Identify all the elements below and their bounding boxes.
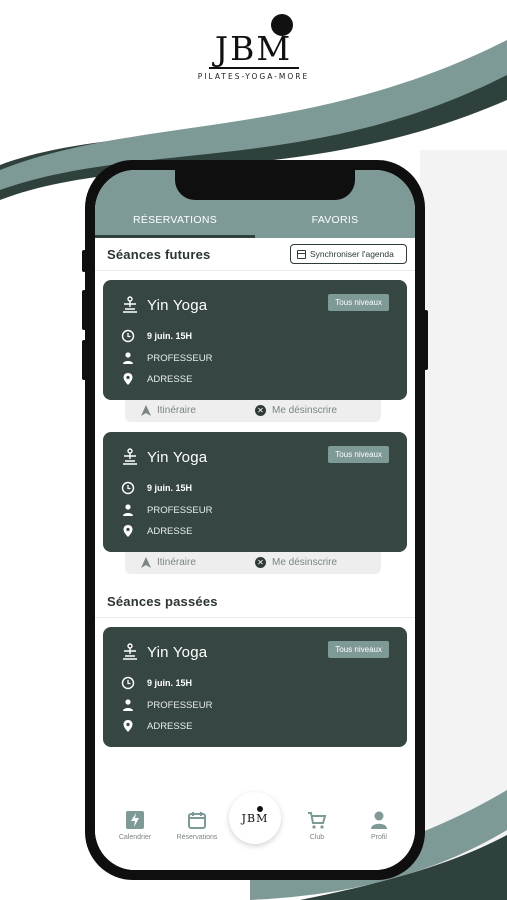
itinerary-button[interactable]: Itinéraire — [141, 405, 196, 416]
nav-item-reservations[interactable]: Réservations — [167, 810, 227, 841]
session-address: ADRESSE — [147, 373, 193, 385]
session-card[interactable]: Yin Yoga Tous niveaux 9 juin. 15H PROFES… — [103, 432, 407, 552]
phone-side-button — [82, 340, 86, 380]
divider — [95, 617, 415, 618]
close-circle-icon: ✕ — [255, 557, 266, 568]
clock-icon — [121, 329, 135, 343]
calendar-icon — [188, 812, 206, 829]
session-date: 9 juin. 15H — [147, 483, 193, 493]
session-card[interactable]: Yin Yoga Tous niveaux 9 juin. 15H PROFES… — [103, 627, 407, 747]
unsubscribe-label: Me désinscrire — [272, 557, 338, 568]
level-badge: Tous niveaux — [328, 641, 389, 658]
brand-logo: JBM PILATES-YOGA-MORE — [0, 14, 507, 81]
navigation-arrow-icon — [141, 405, 151, 416]
itinerary-button[interactable]: Itinéraire — [141, 557, 196, 568]
yoga-icon — [123, 448, 137, 465]
nav-label-calendrier: Calendrier — [118, 834, 152, 841]
phone-notch — [175, 170, 355, 200]
session-teacher: PROFESSEUR — [147, 504, 213, 516]
nav-item-club[interactable]: Club — [287, 810, 347, 841]
phone-power-button — [424, 310, 428, 370]
person-icon — [123, 699, 133, 711]
section-title-past: Séances passées — [107, 594, 218, 609]
session-title: Yin Yoga — [147, 297, 208, 314]
person-icon — [123, 504, 133, 516]
sync-calendar-label: Synchroniser l'agenda — [310, 249, 394, 259]
yoga-icon — [123, 643, 137, 660]
nav-item-profil[interactable]: Profil — [349, 810, 409, 841]
unsubscribe-button[interactable]: ✕ Me désinscrire — [255, 405, 337, 416]
session-date: 9 juin. 15H — [147, 678, 193, 688]
nav-label-profil: Profil — [371, 834, 387, 841]
itinerary-label: Itinéraire — [157, 557, 196, 568]
location-pin-icon — [123, 720, 133, 732]
yoga-icon — [123, 296, 137, 313]
nav-item-calendrier[interactable]: Calendrier — [105, 810, 165, 841]
level-badge: Tous niveaux — [328, 446, 389, 463]
tab-favoris[interactable]: FAVORIS — [255, 214, 415, 226]
section-title-future: Séances futures — [107, 247, 211, 262]
nav-label-club: Club — [309, 834, 325, 841]
session-teacher: PROFESSEUR — [147, 352, 213, 364]
location-pin-icon — [123, 525, 133, 537]
tab-active-indicator — [95, 235, 255, 238]
navigation-arrow-icon — [141, 557, 151, 568]
person-icon — [123, 352, 133, 364]
cart-icon — [308, 812, 327, 829]
session-teacher: PROFESSEUR — [147, 699, 213, 711]
level-badge: Tous niveaux — [328, 294, 389, 311]
center-logo-text: JBM — [241, 812, 269, 825]
session-date: 9 juin. 15H — [147, 331, 193, 341]
session-actions: Itinéraire ✕ Me désinscrire — [125, 552, 381, 574]
phone-side-button — [82, 250, 86, 272]
location-pin-icon — [123, 373, 133, 385]
logo-dot — [270, 14, 293, 36]
lightning-icon — [126, 811, 144, 829]
app-screen: RÉSERVATIONS FAVORIS Séances futures Syn… — [95, 170, 415, 870]
session-title: Yin Yoga — [147, 449, 208, 466]
session-title: Yin Yoga — [147, 644, 208, 661]
clock-icon — [121, 676, 135, 690]
sync-calendar-button[interactable]: Synchroniser l'agenda — [290, 244, 407, 264]
nav-label-reservations: Réservations — [176, 834, 218, 841]
calendar-small-icon — [297, 249, 306, 259]
bottom-navigation: Calendrier Réservations JBM Club Profil — [95, 792, 415, 870]
user-icon — [371, 811, 387, 829]
session-address: ADRESSE — [147, 525, 193, 537]
clock-icon — [121, 481, 135, 495]
unsubscribe-label: Me désinscrire — [272, 405, 338, 416]
phone-frame: RÉSERVATIONS FAVORIS Séances futures Syn… — [82, 160, 428, 880]
session-card[interactable]: Yin Yoga Tous niveaux 9 juin. 15H PROFES… — [103, 280, 407, 400]
phone-side-button — [82, 290, 86, 330]
center-logo-button[interactable]: JBM — [229, 792, 281, 844]
session-actions: Itinéraire ✕ Me désinscrire — [125, 400, 381, 422]
divider — [95, 270, 415, 271]
unsubscribe-button[interactable]: ✕ Me désinscrire — [255, 557, 337, 568]
session-address: ADRESSE — [147, 720, 193, 732]
close-circle-icon: ✕ — [255, 405, 266, 416]
tab-reservations[interactable]: RÉSERVATIONS — [95, 214, 255, 226]
itinerary-label: Itinéraire — [157, 405, 196, 416]
logo-tagline: PILATES-YOGA-MORE — [197, 71, 310, 81]
